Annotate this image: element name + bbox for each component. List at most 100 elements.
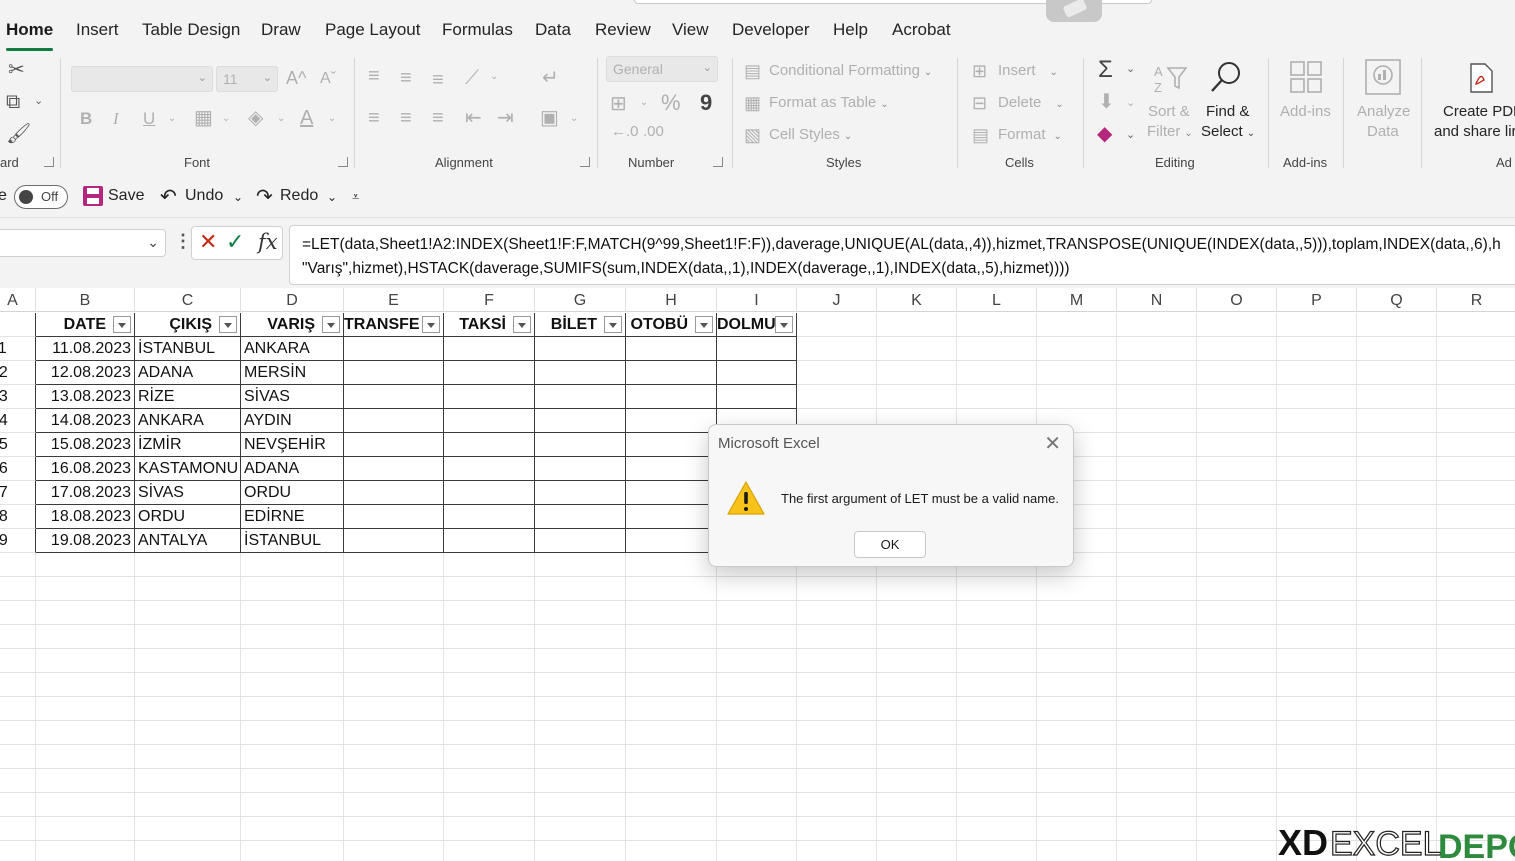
table-cell[interactable]: 16.08.2023 xyxy=(36,457,135,481)
table-cell[interactable]: 11.08.2023 xyxy=(36,337,135,361)
grid-cell[interactable] xyxy=(1277,673,1357,697)
column-header[interactable]: L xyxy=(957,288,1037,312)
grid-cell[interactable] xyxy=(1197,577,1277,601)
grid-cell[interactable] xyxy=(344,769,444,793)
table-cell[interactable] xyxy=(344,385,444,409)
save-icon[interactable] xyxy=(83,186,103,206)
grid-cell[interactable] xyxy=(1357,625,1437,649)
table-cell[interactable] xyxy=(1277,433,1357,457)
grid-cell[interactable] xyxy=(241,697,344,721)
table-cell[interactable] xyxy=(1357,505,1437,529)
grid-cell[interactable] xyxy=(1277,745,1357,769)
table-header-cell[interactable]: BİLET xyxy=(535,313,626,337)
accounting-format-icon[interactable]: ⊞ xyxy=(610,94,627,114)
table-cell[interactable] xyxy=(1437,529,1515,553)
table-cell[interactable] xyxy=(957,361,1037,385)
copy-icon[interactable]: ⧉ xyxy=(6,92,20,112)
align-center-icon[interactable]: ≡ xyxy=(400,108,412,128)
table-cell[interactable] xyxy=(877,385,957,409)
table-cell[interactable] xyxy=(1037,337,1117,361)
grid-cell[interactable] xyxy=(797,625,877,649)
table-cell[interactable] xyxy=(626,433,717,457)
format-as-table-icon[interactable]: ▦ xyxy=(744,94,761,112)
customize-toolbar-icon[interactable]: ⩡ xyxy=(352,189,359,205)
grid-cell[interactable] xyxy=(1437,313,1515,337)
grid-cell[interactable] xyxy=(957,601,1037,625)
column-header[interactable]: D xyxy=(241,288,344,312)
table-cell[interactable] xyxy=(344,457,444,481)
grid-cell[interactable] xyxy=(717,697,797,721)
chevron-down-icon[interactable]: ⌄ xyxy=(277,114,285,124)
tab-page-layout[interactable]: Page Layout xyxy=(325,20,420,40)
table-cell[interactable]: 17.08.2023 xyxy=(36,481,135,505)
grid-cell[interactable] xyxy=(0,553,36,577)
grid-cell[interactable] xyxy=(957,697,1037,721)
chevron-down-icon[interactable]: ⌄ xyxy=(222,114,230,124)
grid-cell[interactable] xyxy=(1197,721,1277,745)
grid-cell[interactable] xyxy=(797,673,877,697)
grid-cell[interactable] xyxy=(0,721,36,745)
table-cell[interactable]: ADANA xyxy=(135,361,241,385)
grid-cell[interactable] xyxy=(1117,769,1197,793)
grid-cell[interactable] xyxy=(0,625,36,649)
grid-cell[interactable] xyxy=(1277,601,1357,625)
grid-cell[interactable] xyxy=(877,697,957,721)
table-cell[interactable] xyxy=(957,385,1037,409)
filter-dropdown-icon[interactable] xyxy=(422,316,440,333)
table-cell[interactable] xyxy=(535,337,626,361)
table-cell[interactable] xyxy=(1197,529,1277,553)
grid-cell[interactable] xyxy=(877,601,957,625)
table-cell[interactable]: İSTANBUL xyxy=(241,529,344,553)
sort-filter-button[interactable]: Sort & xyxy=(1148,103,1190,120)
grid-cell[interactable] xyxy=(535,601,626,625)
grid-cell[interactable] xyxy=(1357,697,1437,721)
tab-draw[interactable]: Draw xyxy=(261,20,301,40)
grid-cell[interactable] xyxy=(626,841,717,861)
table-cell[interactable]: ANKARA xyxy=(135,409,241,433)
grid-cell[interactable] xyxy=(717,793,797,817)
grid-cell[interactable] xyxy=(1277,793,1357,817)
grid-cell[interactable] xyxy=(1197,313,1277,337)
grid-cell[interactable] xyxy=(344,625,444,649)
grid-cell[interactable] xyxy=(1357,793,1437,817)
grid-cell[interactable] xyxy=(135,745,241,769)
grid-cell[interactable] xyxy=(1197,793,1277,817)
table-cell[interactable]: SİVAS xyxy=(135,481,241,505)
table-header-cell[interactable]: DOLMU xyxy=(717,313,797,337)
grid-cell[interactable] xyxy=(626,601,717,625)
grid-cell[interactable] xyxy=(444,745,535,769)
grid-cell[interactable] xyxy=(0,577,36,601)
grid-cell[interactable] xyxy=(135,553,241,577)
grid-cell[interactable] xyxy=(444,673,535,697)
grid-cell[interactable] xyxy=(797,841,877,861)
clear-icon[interactable]: ◆ xyxy=(1097,124,1112,144)
grid-cell[interactable] xyxy=(241,769,344,793)
grid-cell[interactable] xyxy=(0,673,36,697)
grid-cell[interactable] xyxy=(36,673,135,697)
grid-cell[interactable] xyxy=(797,649,877,673)
table-cell[interactable] xyxy=(797,361,877,385)
grid-cell[interactable] xyxy=(1117,601,1197,625)
table-cell[interactable] xyxy=(626,505,717,529)
grid-cell[interactable] xyxy=(797,745,877,769)
chevron-down-icon[interactable]: ⌄ xyxy=(570,114,578,124)
grid-cell[interactable] xyxy=(36,553,135,577)
tab-table-design[interactable]: Table Design xyxy=(142,20,240,40)
table-cell[interactable] xyxy=(626,361,717,385)
table-header-cell[interactable]: TRANSFE xyxy=(344,313,444,337)
chevron-down-icon[interactable]: ⌄ xyxy=(168,114,176,124)
row-number-cell[interactable]: 16 xyxy=(0,457,36,481)
table-cell[interactable] xyxy=(1357,361,1437,385)
grid-cell[interactable] xyxy=(1197,553,1277,577)
table-cell[interactable] xyxy=(535,385,626,409)
grid-cell[interactable] xyxy=(36,769,135,793)
grid-cell[interactable] xyxy=(957,793,1037,817)
merge-center-icon[interactable]: ▣ xyxy=(540,108,559,128)
grid-cell[interactable] xyxy=(535,721,626,745)
column-header[interactable]: B xyxy=(36,288,135,312)
grid-cell[interactable] xyxy=(344,841,444,861)
table-cell[interactable] xyxy=(1117,385,1197,409)
table-cell[interactable] xyxy=(626,337,717,361)
grid-cell[interactable] xyxy=(1357,601,1437,625)
grid-cell[interactable] xyxy=(0,697,36,721)
